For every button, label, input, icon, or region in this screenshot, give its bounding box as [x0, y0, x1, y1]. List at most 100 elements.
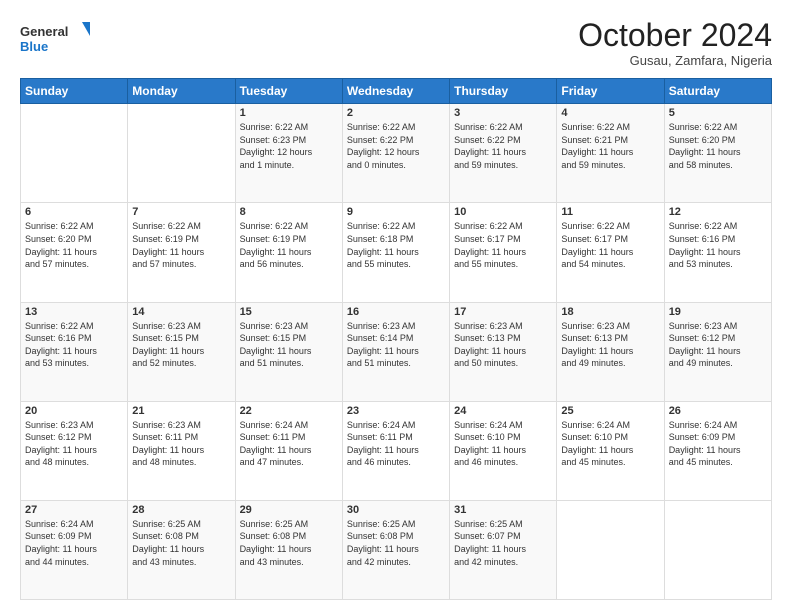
week-row-4: 20 Sunrise: 6:23 AM Sunset: 6:12 PM Dayli…	[21, 401, 772, 500]
day-info: Sunrise: 6:22 AM Sunset: 6:23 PM Dayligh…	[240, 121, 338, 171]
cell-w1-d6: 4 Sunrise: 6:22 AM Sunset: 6:21 PM Daylig…	[557, 104, 664, 203]
day-info: Sunrise: 6:24 AM Sunset: 6:11 PM Dayligh…	[347, 419, 445, 469]
day-number: 5	[669, 107, 767, 119]
cell-w4-d4: 23 Sunrise: 6:24 AM Sunset: 6:11 PM Dayli…	[342, 401, 449, 500]
cell-w4-d7: 26 Sunrise: 6:24 AM Sunset: 6:09 PM Dayli…	[664, 401, 771, 500]
day-number: 15	[240, 306, 338, 318]
page-title: October 2024	[578, 18, 772, 53]
day-number: 3	[454, 107, 552, 119]
day-number: 30	[347, 504, 445, 516]
day-info: Sunrise: 6:23 AM Sunset: 6:11 PM Dayligh…	[132, 419, 230, 469]
cell-w2-d6: 11 Sunrise: 6:22 AM Sunset: 6:17 PM Dayli…	[557, 203, 664, 302]
cell-w2-d5: 10Sunrise: 6:22 AM Sunset: 6:17 PM Dayli…	[450, 203, 557, 302]
col-friday: Friday	[557, 79, 664, 104]
calendar-header-row: Sunday Monday Tuesday Wednesday Thursday…	[21, 79, 772, 104]
cell-w4-d6: 25 Sunrise: 6:24 AM Sunset: 6:10 PM Dayli…	[557, 401, 664, 500]
day-number: 9	[347, 206, 445, 218]
day-info: Sunrise: 6:24 AM Sunset: 6:09 PM Dayligh…	[669, 419, 767, 469]
day-number: 8	[240, 206, 338, 218]
cell-w1-d1	[21, 104, 128, 203]
cell-w3-d2: 14 Sunrise: 6:23 AM Sunset: 6:15 PM Dayli…	[128, 302, 235, 401]
cell-w2-d3: 8 Sunrise: 6:22 AM Sunset: 6:19 PM Daylig…	[235, 203, 342, 302]
day-info: Sunrise: 6:22 AM Sunset: 6:16 PM Dayligh…	[669, 220, 767, 270]
day-number: 20	[25, 405, 123, 417]
day-info: Sunrise: 6:23 AM Sunset: 6:13 PM Dayligh…	[454, 320, 552, 370]
day-number: 12	[669, 206, 767, 218]
col-thursday: Thursday	[450, 79, 557, 104]
day-number: 1	[240, 107, 338, 119]
cell-w1-d4: 2Sunrise: 6:22 AM Sunset: 6:22 PM Daylig…	[342, 104, 449, 203]
day-info: Sunrise: 6:23 AM Sunset: 6:12 PM Dayligh…	[25, 419, 123, 469]
day-info: Sunrise: 6:24 AM Sunset: 6:10 PM Dayligh…	[454, 419, 552, 469]
day-number: 14	[132, 306, 230, 318]
col-tuesday: Tuesday	[235, 79, 342, 104]
day-number: 27	[25, 504, 123, 516]
day-info: Sunrise: 6:23 AM Sunset: 6:14 PM Dayligh…	[347, 320, 445, 370]
col-saturday: Saturday	[664, 79, 771, 104]
cell-w1-d7: 5 Sunrise: 6:22 AM Sunset: 6:20 PM Daylig…	[664, 104, 771, 203]
week-row-5: 27 Sunrise: 6:24 AM Sunset: 6:09 PM Dayli…	[21, 500, 772, 599]
day-number: 16	[347, 306, 445, 318]
logo-svg: General Blue	[20, 18, 90, 58]
cell-w2-d4: 9Sunrise: 6:22 AM Sunset: 6:18 PM Daylig…	[342, 203, 449, 302]
cell-w5-d6	[557, 500, 664, 599]
day-info: Sunrise: 6:22 AM Sunset: 6:20 PM Dayligh…	[25, 220, 123, 270]
week-row-3: 13Sunrise: 6:22 AM Sunset: 6:16 PM Dayli…	[21, 302, 772, 401]
day-number: 11	[561, 206, 659, 218]
day-info: Sunrise: 6:24 AM Sunset: 6:11 PM Dayligh…	[240, 419, 338, 469]
day-number: 25	[561, 405, 659, 417]
day-info: Sunrise: 6:25 AM Sunset: 6:07 PM Dayligh…	[454, 518, 552, 568]
cell-w4-d2: 21Sunrise: 6:23 AM Sunset: 6:11 PM Dayli…	[128, 401, 235, 500]
day-number: 7	[132, 206, 230, 218]
cell-w4-d3: 22 Sunrise: 6:24 AM Sunset: 6:11 PM Dayli…	[235, 401, 342, 500]
day-number: 26	[669, 405, 767, 417]
week-row-1: 1 Sunrise: 6:22 AM Sunset: 6:23 PM Daylig…	[21, 104, 772, 203]
col-monday: Monday	[128, 79, 235, 104]
day-number: 28	[132, 504, 230, 516]
cell-w3-d6: 18 Sunrise: 6:23 AM Sunset: 6:13 PM Dayli…	[557, 302, 664, 401]
page-header: General Blue October 2024 Gusau, Zamfara…	[20, 18, 772, 68]
cell-w4-d5: 24 Sunrise: 6:24 AM Sunset: 6:10 PM Dayli…	[450, 401, 557, 500]
day-info: Sunrise: 6:22 AM Sunset: 6:22 PM Dayligh…	[454, 121, 552, 171]
day-number: 4	[561, 107, 659, 119]
day-info: Sunrise: 6:22 AM Sunset: 6:17 PM Dayligh…	[561, 220, 659, 270]
day-info: Sunrise: 6:23 AM Sunset: 6:15 PM Dayligh…	[132, 320, 230, 370]
cell-w5-d7	[664, 500, 771, 599]
cell-w3-d3: 15Sunrise: 6:23 AM Sunset: 6:15 PM Dayli…	[235, 302, 342, 401]
cell-w3-d7: 19Sunrise: 6:23 AM Sunset: 6:12 PM Dayli…	[664, 302, 771, 401]
day-number: 31	[454, 504, 552, 516]
cell-w5-d3: 29 Sunrise: 6:25 AM Sunset: 6:08 PM Dayli…	[235, 500, 342, 599]
day-number: 22	[240, 405, 338, 417]
title-area: October 2024 Gusau, Zamfara, Nigeria	[578, 18, 772, 68]
day-info: Sunrise: 6:24 AM Sunset: 6:10 PM Dayligh…	[561, 419, 659, 469]
calendar-page: General Blue October 2024 Gusau, Zamfara…	[0, 0, 792, 612]
day-number: 18	[561, 306, 659, 318]
day-info: Sunrise: 6:22 AM Sunset: 6:20 PM Dayligh…	[669, 121, 767, 171]
cell-w1-d3: 1 Sunrise: 6:22 AM Sunset: 6:23 PM Daylig…	[235, 104, 342, 203]
day-info: Sunrise: 6:22 AM Sunset: 6:19 PM Dayligh…	[240, 220, 338, 270]
calendar-table: Sunday Monday Tuesday Wednesday Thursday…	[20, 78, 772, 600]
cell-w2-d7: 12 Sunrise: 6:22 AM Sunset: 6:16 PM Dayli…	[664, 203, 771, 302]
day-number: 24	[454, 405, 552, 417]
day-number: 23	[347, 405, 445, 417]
cell-w3-d5: 17Sunrise: 6:23 AM Sunset: 6:13 PM Dayli…	[450, 302, 557, 401]
cell-w1-d5: 3 Sunrise: 6:22 AM Sunset: 6:22 PM Daylig…	[450, 104, 557, 203]
day-number: 6	[25, 206, 123, 218]
day-info: Sunrise: 6:23 AM Sunset: 6:13 PM Dayligh…	[561, 320, 659, 370]
page-subtitle: Gusau, Zamfara, Nigeria	[578, 53, 772, 68]
day-info: Sunrise: 6:24 AM Sunset: 6:09 PM Dayligh…	[25, 518, 123, 568]
day-info: Sunrise: 6:22 AM Sunset: 6:19 PM Dayligh…	[132, 220, 230, 270]
cell-w3-d1: 13Sunrise: 6:22 AM Sunset: 6:16 PM Dayli…	[21, 302, 128, 401]
cell-w4-d1: 20 Sunrise: 6:23 AM Sunset: 6:12 PM Dayli…	[21, 401, 128, 500]
day-info: Sunrise: 6:22 AM Sunset: 6:17 PM Dayligh…	[454, 220, 552, 270]
cell-w2-d2: 7 Sunrise: 6:22 AM Sunset: 6:19 PM Daylig…	[128, 203, 235, 302]
cell-w5-d4: 30 Sunrise: 6:25 AM Sunset: 6:08 PM Dayli…	[342, 500, 449, 599]
day-info: Sunrise: 6:25 AM Sunset: 6:08 PM Dayligh…	[132, 518, 230, 568]
day-info: Sunrise: 6:25 AM Sunset: 6:08 PM Dayligh…	[240, 518, 338, 568]
day-info: Sunrise: 6:25 AM Sunset: 6:08 PM Dayligh…	[347, 518, 445, 568]
cell-w1-d2	[128, 104, 235, 203]
svg-text:General: General	[20, 24, 68, 39]
day-info: Sunrise: 6:22 AM Sunset: 6:22 PM Dayligh…	[347, 121, 445, 171]
day-info: Sunrise: 6:22 AM Sunset: 6:21 PM Dayligh…	[561, 121, 659, 171]
day-number: 29	[240, 504, 338, 516]
